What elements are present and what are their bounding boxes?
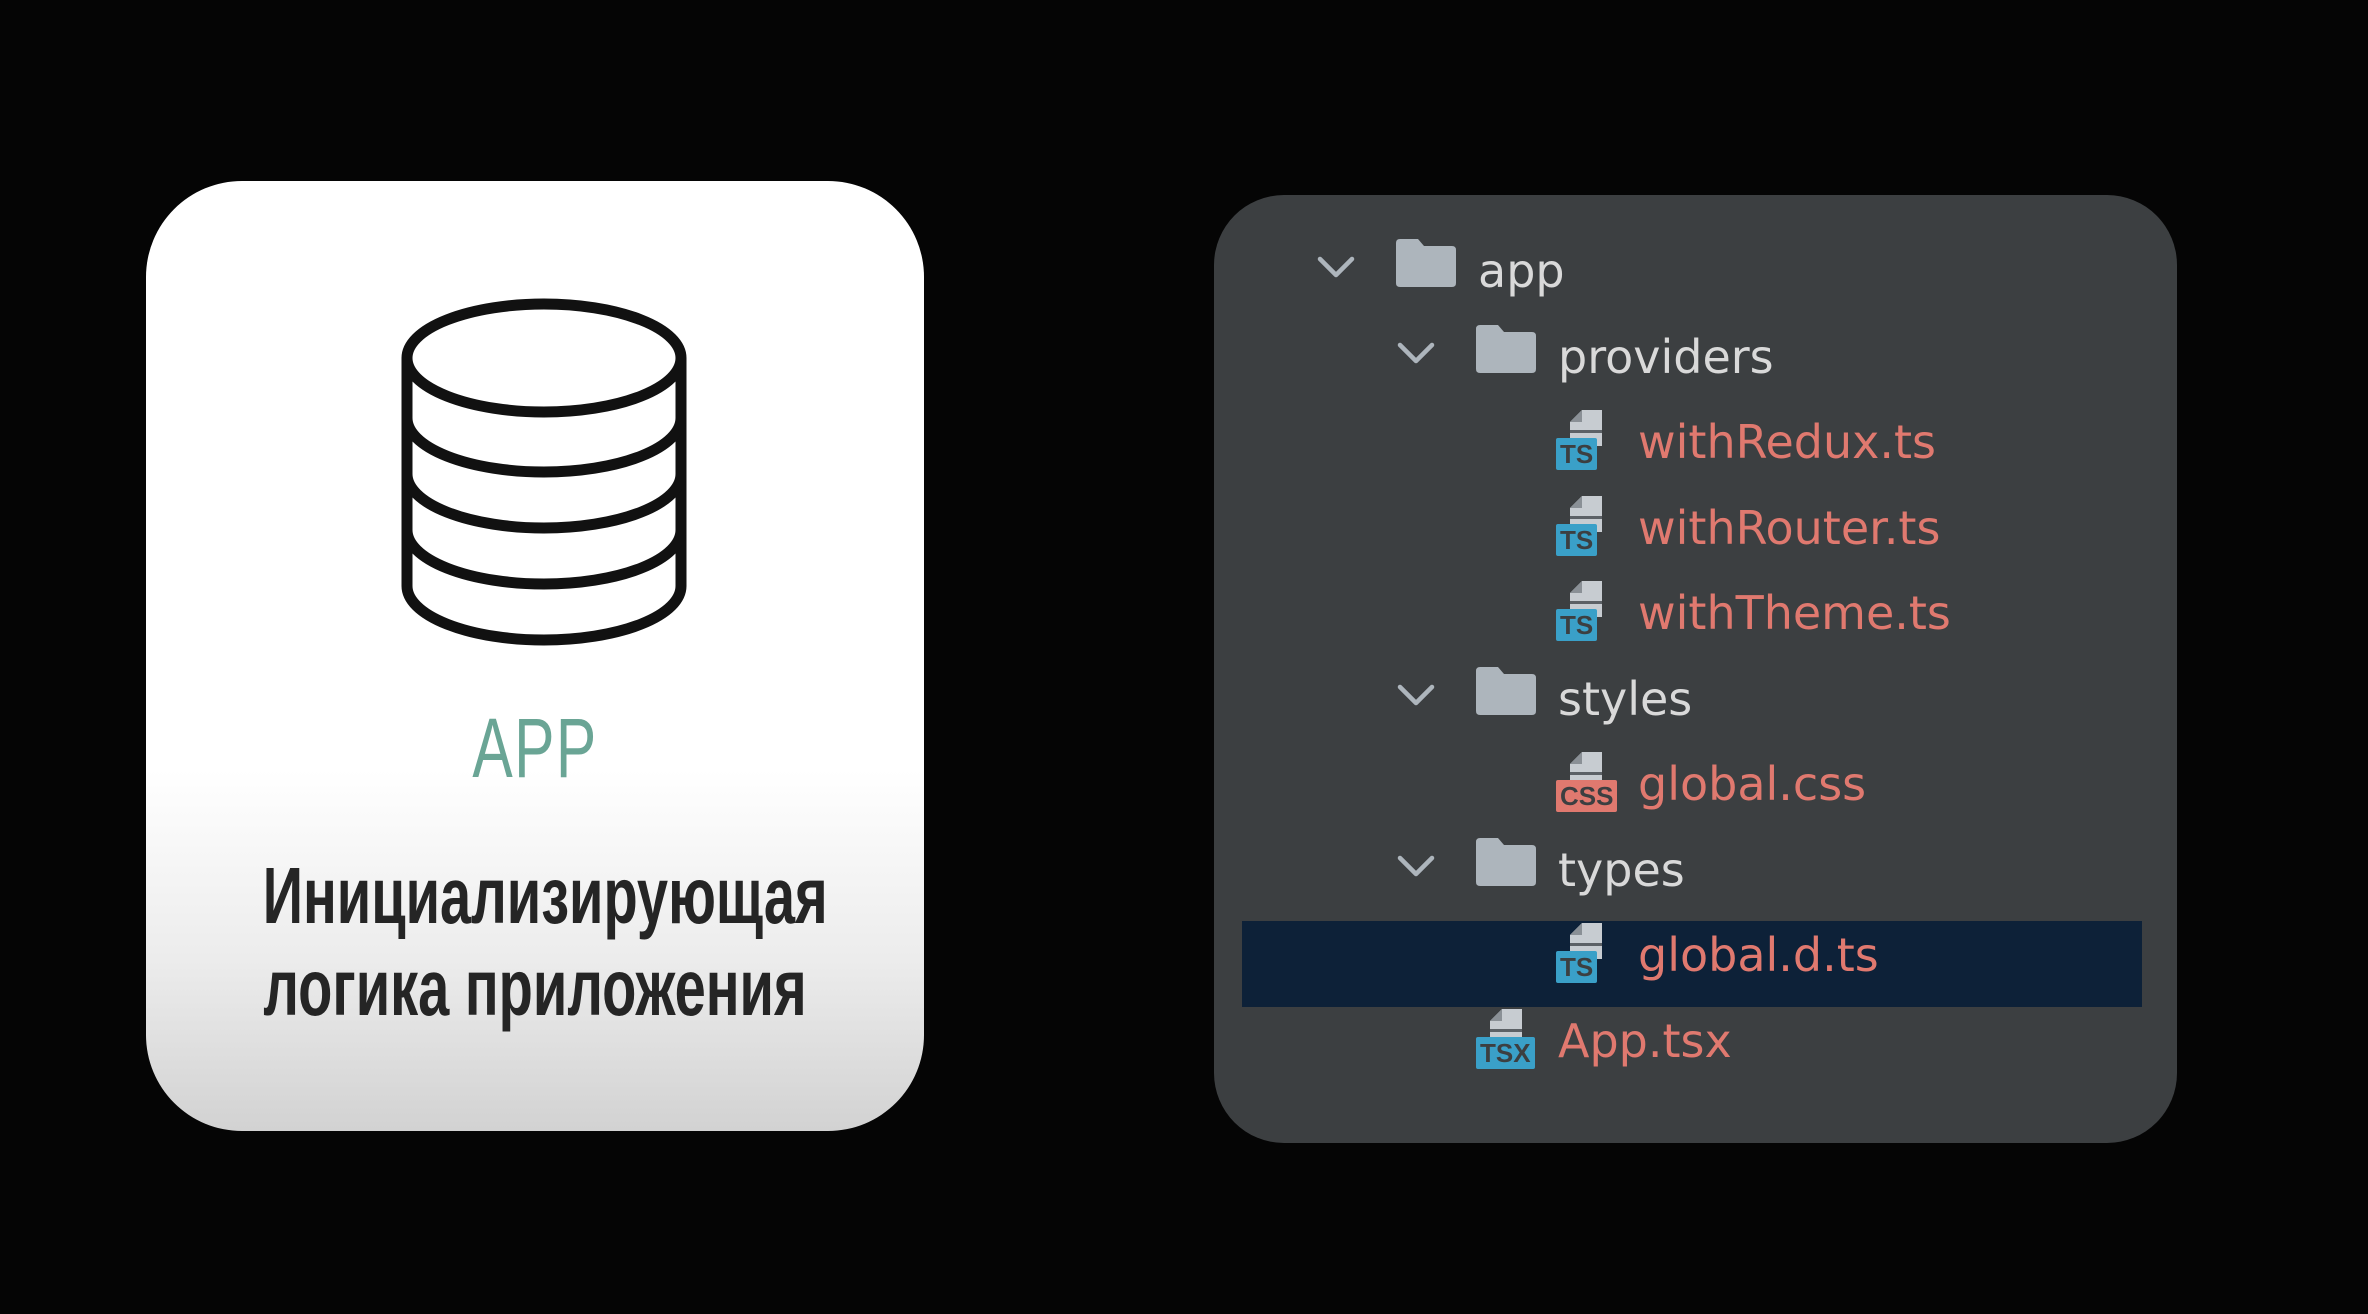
file-type-badge: TS bbox=[1556, 438, 1598, 470]
file-type-badge: TS bbox=[1556, 523, 1598, 556]
file-type-badge: TSX bbox=[1476, 1036, 1535, 1069]
tree-file-row[interactable]: TSX App.tsx bbox=[1214, 1001, 2177, 1087]
folder-icon bbox=[1396, 239, 1456, 287]
tree-file-label: App.tsx bbox=[1558, 1013, 1732, 1068]
tree-file-label: withRedux.ts bbox=[1638, 415, 1936, 469]
tree-folder-label: types bbox=[1558, 842, 1685, 897]
database-icon bbox=[401, 298, 687, 646]
folder-icon bbox=[1476, 324, 1536, 373]
tree-folder-label: providers bbox=[1558, 329, 1774, 384]
folder-icon bbox=[1476, 837, 1536, 886]
tree-file-row[interactable]: CSS global.css bbox=[1214, 744, 2177, 830]
card-title: APP bbox=[472, 701, 598, 795]
chevron-down-icon[interactable] bbox=[1314, 245, 1358, 289]
tree-file-label: withTheme.ts bbox=[1638, 586, 1951, 640]
chevron-down-icon[interactable] bbox=[1394, 844, 1438, 888]
css-file-icon: CSS bbox=[1556, 750, 1622, 814]
card-description: Инициализирующая логика приложения bbox=[262, 851, 828, 1032]
file-type-badge: TS bbox=[1556, 951, 1598, 983]
tree-folder-label: styles bbox=[1558, 671, 1693, 726]
tree-file-row[interactable]: TS withRouter.ts bbox=[1214, 488, 2177, 574]
ts-file-icon: TS bbox=[1556, 921, 1622, 985]
tree-folder-providers[interactable]: providers bbox=[1214, 317, 2177, 403]
chevron-down-icon[interactable] bbox=[1394, 331, 1438, 375]
tree-file-label: global.d.ts bbox=[1638, 928, 1879, 982]
slide: APP Инициализирующая логика приложения a… bbox=[0, 0, 2368, 1314]
tree-file-row[interactable]: TS withTheme.ts bbox=[1214, 573, 2177, 659]
tree-file-row[interactable]: TS global.d.ts bbox=[1242, 921, 2142, 1007]
ts-file-icon: TS bbox=[1556, 494, 1622, 558]
tree-file-label: global.css bbox=[1638, 757, 1867, 811]
tsx-file-icon: TSX bbox=[1476, 1007, 1542, 1071]
folder-icon bbox=[1476, 666, 1536, 715]
chevron-down-icon[interactable] bbox=[1394, 673, 1438, 717]
ts-file-icon: TS bbox=[1556, 408, 1622, 472]
project-tree-panel: app providers TS withRedux.ts TS withRouter.t… bbox=[1214, 195, 2177, 1143]
tree-folder-styles[interactable]: styles bbox=[1214, 659, 2177, 745]
tree-file-label: withRouter.ts bbox=[1638, 500, 1941, 555]
file-type-badge: TS bbox=[1556, 609, 1598, 641]
tree-folder-app[interactable]: app bbox=[1214, 231, 2177, 317]
tree-folder-label: app bbox=[1478, 244, 1565, 298]
tree-folder-types[interactable]: types bbox=[1214, 830, 2177, 916]
tree-file-row[interactable]: TS withRedux.ts bbox=[1214, 402, 2177, 488]
ts-file-icon: TS bbox=[1556, 579, 1622, 643]
file-type-badge: CSS bbox=[1556, 780, 1618, 812]
